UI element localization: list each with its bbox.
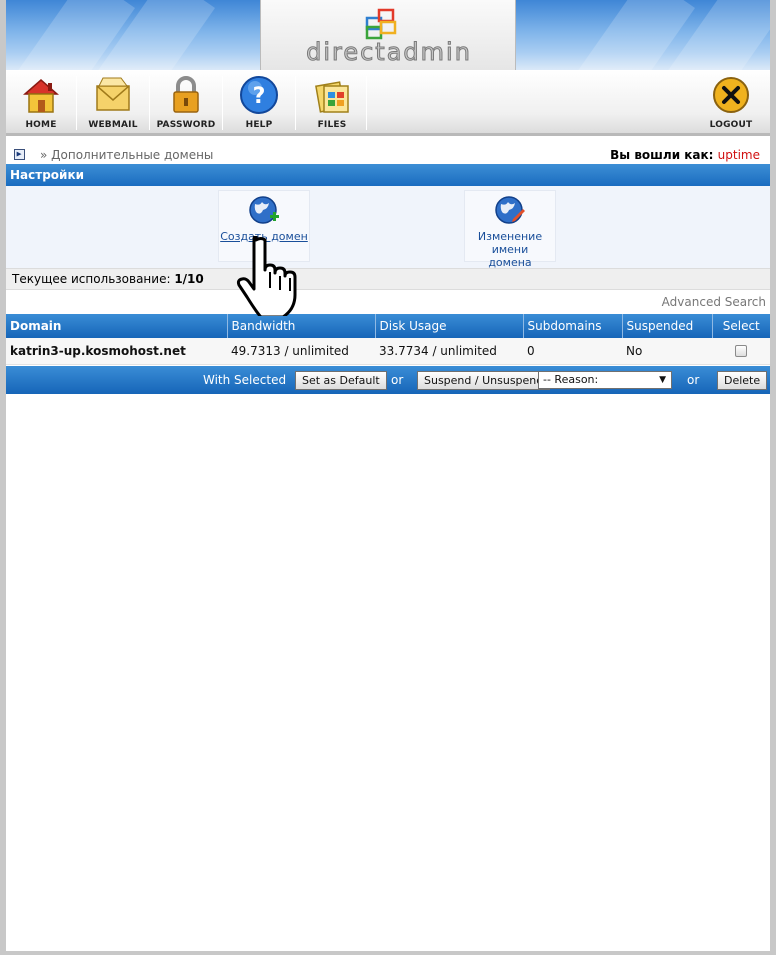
col-suspended[interactable]: Suspended (622, 314, 713, 338)
cell-domain[interactable]: katrin3-up.kosmohost.net (6, 338, 227, 365)
set-default-button[interactable]: Set as Default (295, 371, 387, 390)
settings-panel: Создать домен Изменение имени домена (6, 186, 770, 269)
advanced-search-link[interactable]: Advanced Search (662, 295, 766, 309)
col-domain[interactable]: Domain (6, 314, 228, 338)
webmail-button[interactable]: WEBMAIL (78, 74, 148, 132)
main-toolbar: HOME WEBMAIL PASSWORD ? HELP FILES LOGOU… (6, 70, 770, 136)
logo[interactable]: directadmin (260, 0, 516, 70)
help-button[interactable]: ? HELP (224, 74, 294, 132)
home-button[interactable]: HOME (6, 74, 76, 132)
rename-domain-line1: Изменение имени (477, 230, 543, 256)
col-select: Select (712, 314, 770, 338)
help-icon: ? (240, 76, 278, 114)
logout-button[interactable]: LOGOUT (696, 74, 766, 132)
cell-bandwidth: 49.7313 / unlimited (227, 338, 375, 365)
help-label: HELP (245, 120, 273, 130)
page-frame (0, 0, 776, 955)
files-label: FILES (317, 120, 347, 130)
table-header-row: Domain Bandwidth Disk Usage Subdomains S… (6, 314, 770, 338)
col-disk-usage[interactable]: Disk Usage (375, 314, 524, 338)
toolbar-divider (149, 76, 150, 130)
settings-header: Настройки (6, 164, 770, 186)
home-label: HOME (25, 120, 57, 130)
domains-table: Domain Bandwidth Disk Usage Subdomains S… (6, 314, 770, 365)
logout-label: LOGOUT (709, 120, 753, 130)
toolbar-divider (366, 76, 367, 130)
globe-edit-icon (495, 196, 525, 224)
webmail-label: WEBMAIL (88, 120, 138, 130)
brand-name: directadmin (306, 38, 472, 67)
password-icon (173, 76, 199, 113)
usage-label: Текущее использование: (12, 272, 171, 286)
password-button[interactable]: PASSWORD (151, 74, 221, 132)
col-subdomains[interactable]: Subdomains (523, 314, 623, 338)
webmail-icon (96, 77, 130, 111)
delete-button[interactable]: Delete (717, 371, 768, 390)
globe-add-icon (249, 196, 279, 224)
reason-select[interactable]: -- Reason: ▼ (538, 371, 672, 389)
breadcrumb: » Дополнительные домены Вы вошли как: up… (6, 145, 770, 163)
cell-subdomains: 0 (523, 338, 622, 365)
logged-in-as: Вы вошли как: uptime (610, 148, 760, 162)
row-select-checkbox[interactable] (735, 345, 747, 358)
expand-icon[interactable] (14, 149, 25, 160)
arrow-right-icon (16, 151, 22, 157)
table-row: katrin3-up.kosmohost.net 49.7313 / unlim… (6, 338, 770, 365)
logout-icon (713, 77, 749, 113)
logged-in-label: Вы вошли как: (610, 148, 714, 162)
bulk-actions-bar: With Selected Set as Default or Suspend … (6, 366, 770, 394)
or-label: or (391, 373, 404, 387)
rename-domain-button[interactable]: Изменение имени домена (464, 190, 556, 269)
breadcrumb-path: » Дополнительные домены (40, 148, 214, 162)
toolbar-divider (76, 76, 77, 130)
with-selected-label: With Selected (203, 373, 287, 387)
suspend-unsuspend-button[interactable]: Suspend / Unsuspend (417, 371, 551, 390)
current-usage: Текущее использование: 1/10 (6, 268, 770, 290)
files-icon (315, 81, 349, 113)
username: uptime (717, 148, 760, 162)
cell-suspended: No (622, 338, 712, 365)
svg-text:?: ? (253, 84, 266, 109)
home-icon (23, 79, 59, 113)
reason-select-value: -- Reason: (543, 373, 599, 386)
cell-disk-usage: 33.7734 / unlimited (375, 338, 523, 365)
col-bandwidth[interactable]: Bandwidth (227, 314, 376, 338)
cell-select (712, 338, 770, 365)
dropdown-arrow-icon: ▼ (659, 375, 666, 385)
directadmin-logo-icon (365, 8, 397, 40)
rename-domain-label: Изменение имени домена (465, 230, 555, 269)
usage-value: 1/10 (174, 272, 204, 286)
toolbar-divider (295, 76, 296, 130)
or-label: or (687, 373, 700, 387)
hand-cursor-icon (236, 236, 297, 316)
header-banner: directadmin (6, 0, 770, 70)
files-button[interactable]: FILES (297, 74, 367, 132)
password-label: PASSWORD (156, 120, 216, 130)
toolbar-divider (222, 76, 223, 130)
